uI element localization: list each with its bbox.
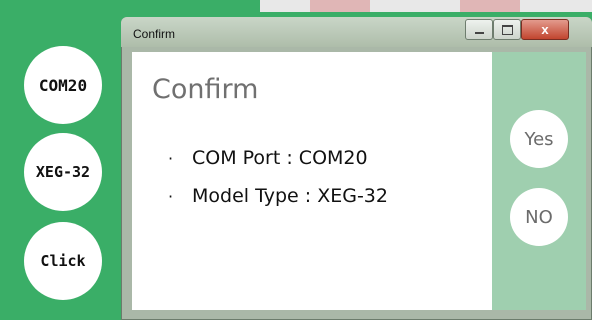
background-toolbar-strip	[260, 0, 592, 12]
dialog-content: Confirm · COM Port : COM20 · Model Type : …	[132, 52, 586, 310]
model-label: XEG-32	[35, 163, 91, 181]
com-port-info: · COM Port : COM20	[168, 147, 368, 169]
maximize-icon	[501, 24, 513, 35]
background-strip-segment	[460, 0, 520, 12]
click-button[interactable]: Click	[24, 222, 102, 300]
bullet: ·	[168, 187, 174, 206]
dialog-heading: Confirm	[152, 74, 259, 105]
minimize-button[interactable]	[465, 19, 493, 40]
model-type-text: Model Type : XEG-32	[192, 185, 388, 207]
no-button[interactable]: NO	[510, 188, 568, 246]
maximize-button[interactable]	[493, 19, 521, 40]
com-port-button[interactable]: COM20	[24, 46, 102, 124]
close-icon: x	[541, 22, 549, 37]
yes-button[interactable]: Yes	[510, 110, 568, 168]
yes-label: Yes	[524, 128, 554, 150]
click-label: Click	[40, 252, 86, 270]
model-button[interactable]: XEG-32	[24, 133, 102, 211]
title-bar[interactable]: Confirm x	[121, 17, 592, 47]
model-type-info: · Model Type : XEG-32	[168, 185, 388, 207]
action-panel	[492, 52, 586, 310]
minimize-icon	[474, 31, 484, 34]
close-button[interactable]: x	[521, 19, 569, 40]
confirm-window: Confirm x Confirm · COM Port : COM20 · Mod…	[121, 17, 592, 320]
com-port-label: COM20	[38, 75, 88, 95]
no-label: NO	[525, 206, 553, 228]
bullet: ·	[168, 149, 174, 168]
background-strip-segment	[310, 0, 370, 12]
com-port-text: COM Port : COM20	[192, 147, 368, 169]
window-title: Confirm	[133, 27, 176, 41]
